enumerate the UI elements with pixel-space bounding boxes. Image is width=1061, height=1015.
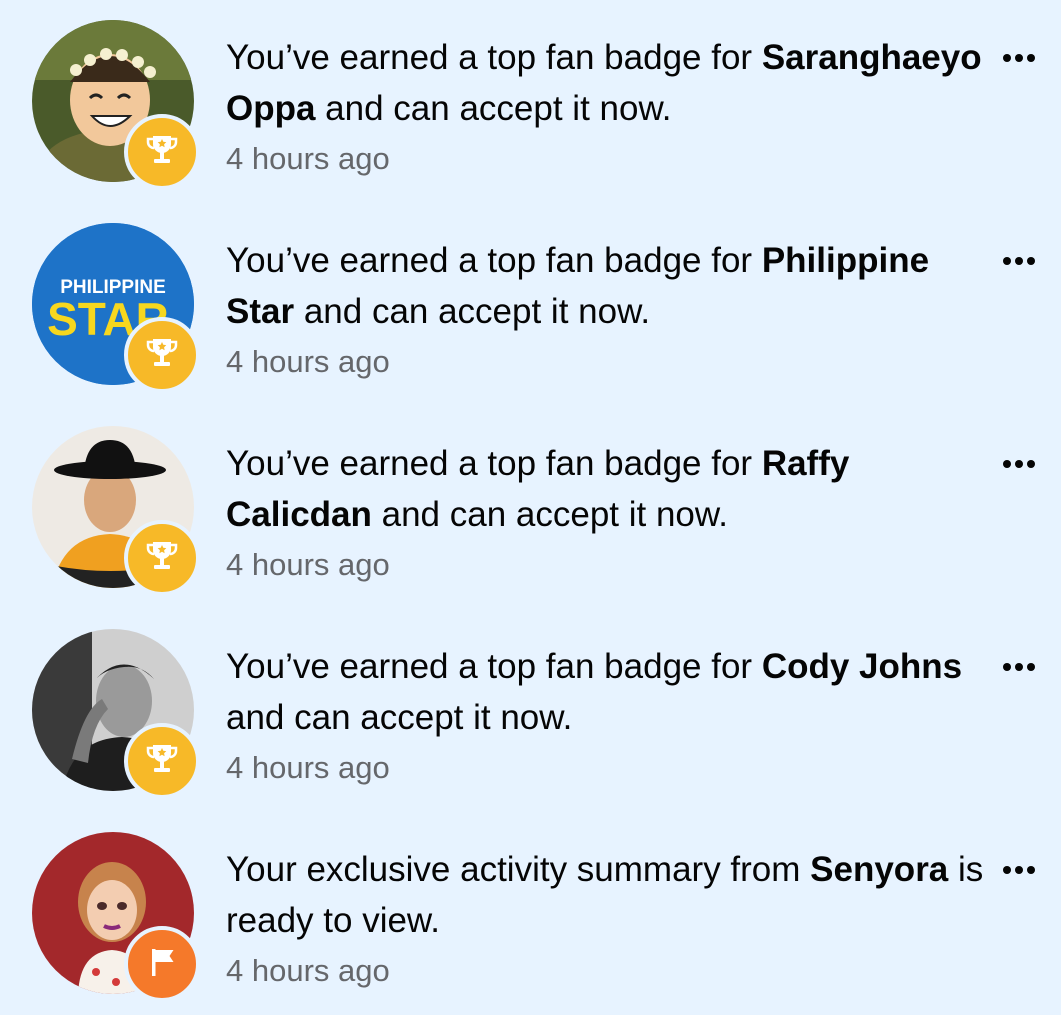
more-icon — [1003, 54, 1011, 62]
top-fan-badge — [124, 114, 200, 190]
notification-text: You’ve earned a top fan badge for Cody J… — [226, 641, 986, 791]
notification-text: You’ve earned a top fan badge for Sarang… — [226, 32, 986, 182]
notification-item[interactable]: You’ve earned a top fan badge for Raffy … — [0, 406, 1061, 609]
more-icon — [1003, 460, 1011, 468]
trophy-icon — [144, 335, 180, 376]
notification-item[interactable]: Your exclusive activity summary from Sen… — [0, 812, 1061, 1015]
top-fan-badge — [124, 520, 200, 596]
notification-item[interactable]: You’ve earned a top fan badge for Cody J… — [0, 609, 1061, 812]
page-avatar[interactable] — [32, 20, 200, 190]
notification-message: You’ve earned a top fan badge for Cody J… — [226, 647, 963, 737]
trophy-icon — [144, 132, 180, 173]
notification-message: You’ve earned a top fan badge for Sarang… — [226, 38, 982, 128]
page-name: Cody Johns — [761, 647, 963, 686]
notification-time: 4 hours ago — [226, 953, 390, 988]
flag-icon — [144, 944, 180, 985]
trophy-icon — [144, 741, 180, 782]
page-avatar[interactable] — [32, 832, 200, 1002]
page-avatar[interactable]: PHILIPPINE STAR — [32, 223, 200, 393]
more-options-button[interactable] — [997, 243, 1041, 279]
notification-time: 4 hours ago — [226, 750, 390, 785]
more-options-button[interactable] — [997, 649, 1041, 685]
page-avatar[interactable] — [32, 629, 200, 799]
page-name: Senyora — [810, 850, 949, 889]
notification-item[interactable]: PHILIPPINE STAR You’ve earned a top fan — [0, 203, 1061, 406]
notification-message: You’ve earned a top fan badge for Philip… — [226, 241, 930, 331]
page-avatar[interactable] — [32, 426, 200, 596]
trophy-icon — [144, 538, 180, 579]
more-icon — [1003, 866, 1011, 874]
more-icon — [1003, 257, 1011, 265]
notification-time: 4 hours ago — [226, 141, 390, 176]
activity-summary-badge — [124, 926, 200, 1002]
more-icon — [1003, 663, 1011, 671]
notification-message: Your exclusive activity summary from Sen… — [226, 850, 984, 940]
notification-list: You’ve earned a top fan badge for Sarang… — [0, 0, 1061, 1011]
notification-item[interactable]: You’ve earned a top fan badge for Sarang… — [0, 0, 1061, 203]
notification-text: You’ve earned a top fan badge for Philip… — [226, 235, 986, 385]
notification-message: You’ve earned a top fan badge for Raffy … — [226, 444, 850, 534]
more-options-button[interactable] — [997, 446, 1041, 482]
more-options-button[interactable] — [997, 40, 1041, 76]
notification-time: 4 hours ago — [226, 547, 390, 582]
notification-text: Your exclusive activity summary from Sen… — [226, 844, 986, 994]
more-options-button[interactable] — [997, 852, 1041, 888]
top-fan-badge — [124, 317, 200, 393]
notification-text: You’ve earned a top fan badge for Raffy … — [226, 438, 986, 588]
top-fan-badge — [124, 723, 200, 799]
notification-time: 4 hours ago — [226, 344, 390, 379]
